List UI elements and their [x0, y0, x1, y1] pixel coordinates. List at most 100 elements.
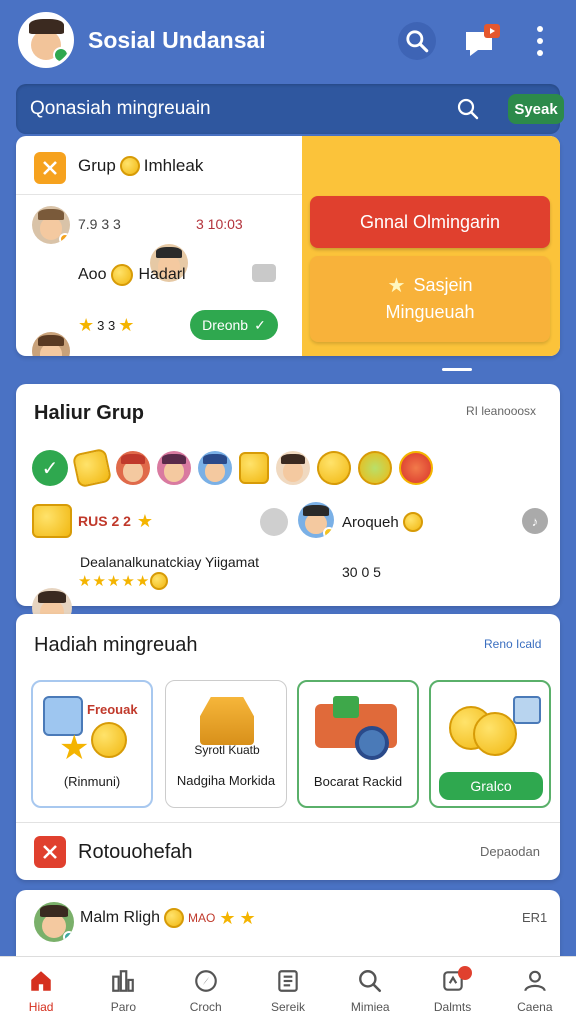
coin-icon [164, 908, 185, 928]
promo-secondary-line2: Mingueuah [385, 302, 475, 322]
activity-name: Malm Rligh [80, 909, 161, 926]
star-icon: ★ [78, 572, 92, 590]
promo-secondary-line1: Sasjein [413, 275, 473, 295]
reward-item[interactable]: Syrotl Kuatb Nadgiha Morkida [165, 680, 287, 808]
member-subtext: Hadarl [138, 266, 186, 283]
nav-label: Caena [517, 999, 553, 1014]
protect-label: Rotouohefah [78, 841, 193, 863]
nav-caena[interactable]: Caena [494, 958, 576, 1024]
rewards-title: Hadiah mingreuah [34, 634, 198, 656]
protect-right-text[interactable]: Depaodan [480, 844, 540, 859]
rewards-link[interactable]: Reno Icald [484, 637, 541, 651]
reward-top-text: Freouak [87, 702, 138, 717]
nav-croch[interactable]: Croch [165, 958, 247, 1024]
member-time: 3 10:03 [196, 216, 243, 232]
coin-icon [402, 512, 423, 532]
coin-icon [119, 156, 140, 176]
reward-claim-button[interactable]: Gralco [439, 772, 543, 800]
activity-row[interactable]: Malm Rligh MAO ★ ★ ER1 [16, 890, 560, 960]
more-options-icon[interactable] [532, 26, 548, 56]
coin-icon [473, 712, 517, 756]
member-avatar[interactable] [32, 206, 70, 244]
close-icon [43, 845, 57, 859]
search-input-icon[interactable] [456, 97, 480, 121]
search-icon[interactable] [398, 22, 436, 60]
member-avatar[interactable] [298, 502, 334, 538]
group-title: Grup [78, 156, 116, 175]
coin-icon [91, 722, 127, 758]
bottom-nav: Hiad Paro Croch Sereik Mimiea Dalmts Cae… [0, 956, 576, 1024]
rating-stars: ★ ★ ★ ★ ★ [78, 572, 169, 590]
member-stats: 7.9 3 3 [78, 216, 121, 232]
divider [16, 194, 302, 195]
star-icon: ★ [387, 274, 406, 297]
star-icon: ★ [135, 572, 150, 590]
group-title-suffix: Imhleak [143, 156, 204, 175]
join-button-label: Dreonb [202, 317, 249, 333]
video-chat-icon[interactable] [464, 24, 504, 58]
row-action-icon[interactable] [260, 508, 288, 536]
nav-label: Croch [189, 999, 222, 1014]
reward-item[interactable]: Freouak ★ (Rinmuni) [31, 680, 153, 808]
nav-mimiea[interactable]: Mimiea [329, 958, 411, 1024]
check-circle-icon[interactable]: ✓ [32, 450, 68, 486]
promo-primary-button[interactable]: Gnnal Olmingarin [310, 196, 550, 248]
audio-icon[interactable]: ♪ [522, 508, 548, 534]
search-button[interactable]: Syeak [508, 94, 564, 124]
member-avatar[interactable] [198, 451, 232, 485]
sticker-icon[interactable] [71, 447, 113, 489]
reward-bottom-text: (Rinmuni) [63, 774, 121, 789]
haliur-card: Haliur Grup RI leanooosx ✓ RUS 2 2 ★ Aro… [16, 384, 560, 664]
message-icon[interactable] [252, 264, 276, 282]
nav-label: Mimiea [350, 999, 390, 1014]
haliur-title: Haliur Grup [34, 402, 145, 424]
group-title-row: Grup Imhleak [78, 156, 203, 176]
haliur-row3-text: Dealanalkunatckiay Yiigamat [80, 554, 259, 570]
protect-close-button[interactable] [34, 836, 66, 868]
star-icon: ★ [78, 315, 95, 335]
reward-item[interactable]: Bocarat Rackid [297, 680, 419, 808]
coin-icon [111, 264, 134, 286]
nav-home[interactable]: Hiad [0, 958, 82, 1024]
heart-icon[interactable] [399, 451, 433, 485]
nav-label: Sereik [270, 999, 305, 1014]
search-input[interactable] [30, 94, 450, 124]
promo-secondary-button[interactable]: ★ Sasjein Mingueuah [310, 256, 550, 342]
haliur-row2: RUS 2 2 ★ [32, 504, 153, 538]
member-star-text: 3 3 [97, 317, 116, 333]
member-avatar[interactable] [32, 332, 70, 356]
nav-dalmts[interactable]: Dalmts [412, 958, 494, 1024]
profile-avatar[interactable] [18, 12, 74, 68]
activity-text: Malm Rligh MAO ★ ★ [80, 908, 256, 928]
gift-icon[interactable] [239, 452, 269, 484]
member-avatar[interactable] [276, 451, 310, 485]
reward-bottom-text: Bocarat Rackid [313, 774, 403, 789]
search-bar[interactable]: Syeak [16, 84, 564, 134]
star-icon: ★ [219, 908, 236, 928]
star-icon: ★ [121, 572, 135, 590]
search-icon [357, 968, 383, 994]
star-icon: ★ [118, 315, 135, 335]
chart-icon [110, 968, 136, 994]
member-avatar[interactable] [34, 902, 74, 942]
nav-label: Paro [110, 999, 137, 1014]
nav-sereik[interactable]: Sereik [247, 958, 329, 1024]
home-icon [28, 968, 54, 994]
leaf-icon[interactable] [358, 451, 392, 485]
member-avatar[interactable] [116, 451, 150, 485]
star-icon: ★ [239, 908, 256, 928]
sticker-icon[interactable] [313, 447, 355, 489]
member-avatar[interactable] [157, 451, 191, 485]
app-title: Sosial Undansai [88, 27, 266, 53]
nav-paro[interactable]: Paro [82, 958, 164, 1024]
group-close-button[interactable] [34, 152, 66, 184]
nav-label: Hiad [28, 999, 54, 1014]
divider [16, 822, 560, 823]
join-button[interactable]: Dreonb ✓ [190, 310, 278, 340]
activity-suffix: MAO [188, 911, 216, 925]
haliur-icon-row: ✓ [32, 447, 433, 489]
close-icon [43, 161, 57, 175]
star-icon: ★ [106, 572, 121, 590]
star-icon: ★ [136, 511, 154, 531]
reward-item[interactable]: Gralco [429, 680, 551, 808]
